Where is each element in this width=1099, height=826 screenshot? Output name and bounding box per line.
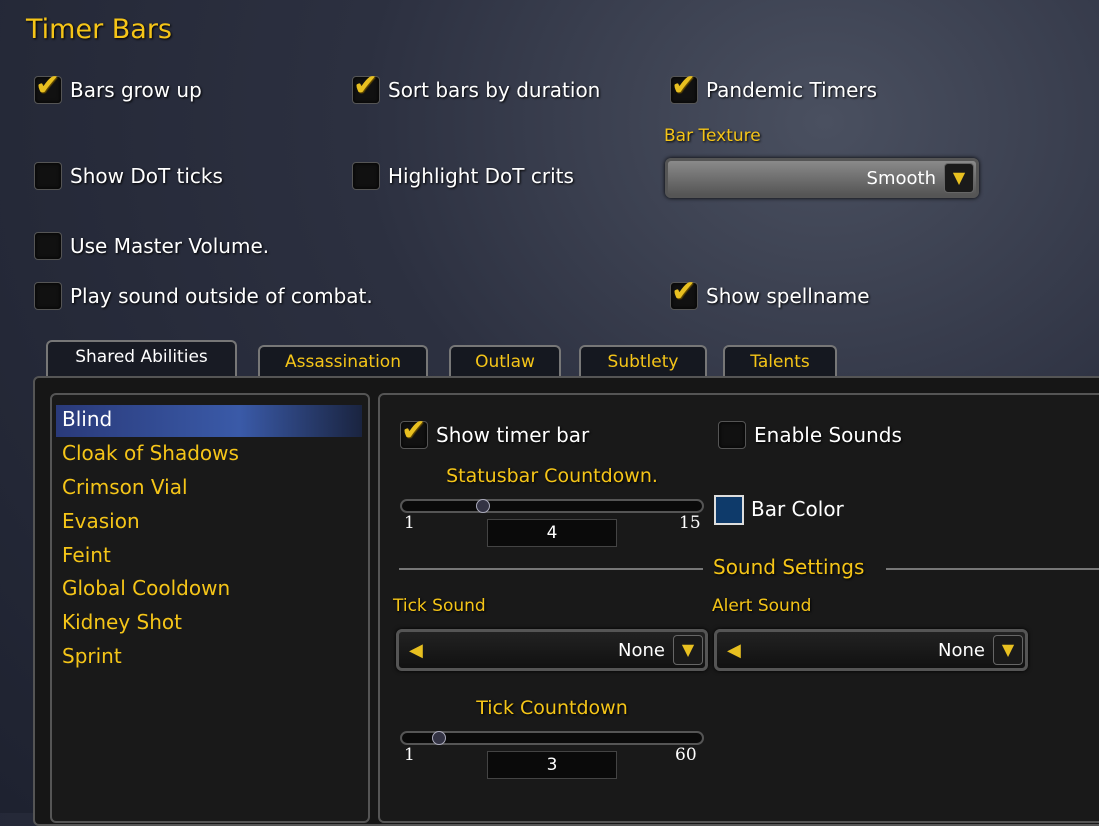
checkbox-label: Highlight DoT crits	[388, 164, 574, 188]
list-item[interactable]: Crimson Vial	[62, 475, 188, 499]
show-timer-bar-checkbox[interactable]: Show timer bar	[400, 413, 590, 449]
slider-max: 15	[679, 513, 701, 533]
list-item[interactable]: Global Cooldown	[62, 576, 230, 600]
statusbar-value-input[interactable]: 4	[487, 519, 617, 547]
checkbox-label: Play sound outside of combat.	[70, 284, 373, 308]
bar-color-label: Bar Color	[751, 497, 844, 521]
checkbox-box[interactable]	[34, 162, 62, 190]
checkbox-label: Enable Sounds	[754, 423, 902, 447]
checkbox-box[interactable]	[352, 68, 380, 104]
dropdown-value: Smooth	[866, 167, 936, 189]
sound-outside-combat-checkbox[interactable]: Play sound outside of combat.	[34, 282, 373, 310]
checkbox-label: Pandemic Timers	[706, 78, 878, 102]
chevron-down-icon[interactable]: ▼	[673, 635, 703, 665]
slider-thumb[interactable]	[432, 726, 446, 750]
statusbar-countdown-slider[interactable]	[400, 499, 704, 513]
tab-assassination[interactable]: Assassination	[258, 345, 428, 377]
list-item[interactable]: Feint	[62, 543, 111, 567]
bar-color-swatch[interactable]	[714, 495, 744, 525]
enable-sounds-checkbox[interactable]: Enable Sounds	[718, 421, 902, 449]
checkbox-label: Show timer bar	[436, 423, 590, 447]
checkbox-label: Sort bars by duration	[388, 78, 601, 102]
slider-max: 60	[675, 745, 697, 765]
divider	[399, 568, 703, 570]
show-dot-ticks-checkbox[interactable]: Show DoT ticks	[34, 162, 223, 190]
speaker-icon: ◀	[409, 639, 423, 661]
chevron-down-icon[interactable]: ▼	[993, 635, 1023, 665]
show-spellname-checkbox[interactable]: Show spellname	[670, 274, 870, 310]
checkbox-box[interactable]	[400, 413, 428, 449]
alert-sound-label: Alert Sound	[712, 596, 812, 616]
list-item[interactable]: Kidney Shot	[62, 610, 182, 634]
slider-thumb[interactable]	[476, 494, 490, 518]
pandemic-timers-checkbox[interactable]: Pandemic Timers	[670, 68, 878, 104]
chevron-down-icon[interactable]: ▼	[944, 163, 974, 193]
checkbox-box[interactable]	[34, 282, 62, 310]
checkbox-label: Bars grow up	[70, 78, 202, 102]
tick-countdown-label: Tick Countdown	[476, 697, 628, 719]
list-item[interactable]: Cloak of Shadows	[62, 441, 239, 465]
slider-min: 1	[404, 745, 415, 765]
list-item[interactable]: Sprint	[62, 644, 122, 668]
list-item[interactable]: Blind	[62, 407, 112, 431]
checkbox-box[interactable]	[670, 274, 698, 310]
page-title: Timer Bars	[26, 14, 172, 45]
sound-settings-heading: Sound Settings	[713, 555, 865, 579]
checkbox-box[interactable]	[718, 421, 746, 449]
sort-bars-checkbox[interactable]: Sort bars by duration	[352, 68, 601, 104]
tab-talents[interactable]: Talents	[723, 345, 837, 377]
checkbox-box[interactable]	[352, 162, 380, 190]
checkbox-label: Show DoT ticks	[70, 164, 223, 188]
divider	[886, 568, 1099, 570]
checkbox-label: Show spellname	[706, 284, 870, 308]
dropdown-value: None	[618, 639, 665, 661]
tab-outlaw[interactable]: Outlaw	[449, 345, 561, 377]
alert-sound-dropdown[interactable]: ◀ None ▼	[714, 629, 1028, 671]
tick-sound-dropdown[interactable]: ◀ None ▼	[396, 629, 708, 671]
tab-shared-abilities[interactable]: Shared Abilities	[46, 340, 237, 378]
checkbox-box[interactable]	[34, 68, 62, 104]
slider-min: 1	[404, 513, 415, 533]
statusbar-countdown-label: Statusbar Countdown.	[446, 465, 658, 487]
tab-subtlety[interactable]: Subtlety	[579, 345, 707, 377]
dropdown-value: None	[938, 639, 985, 661]
speaker-icon: ◀	[727, 639, 741, 661]
checkbox-box[interactable]	[34, 232, 62, 260]
highlight-dot-crits-checkbox[interactable]: Highlight DoT crits	[352, 162, 574, 190]
bar-texture-dropdown[interactable]: Smooth ▼	[665, 158, 979, 198]
tick-sound-label: Tick Sound	[393, 596, 486, 616]
bar-texture-label: Bar Texture	[664, 126, 761, 146]
list-item[interactable]: Evasion	[62, 509, 140, 533]
checkbox-label: Use Master Volume.	[70, 234, 270, 258]
bars-grow-up-checkbox[interactable]: Bars grow up	[34, 68, 202, 104]
checkbox-box[interactable]	[670, 68, 698, 104]
master-volume-checkbox[interactable]: Use Master Volume.	[34, 232, 269, 260]
tick-countdown-value-input[interactable]: 3	[487, 751, 617, 779]
tick-countdown-slider[interactable]	[400, 731, 704, 745]
